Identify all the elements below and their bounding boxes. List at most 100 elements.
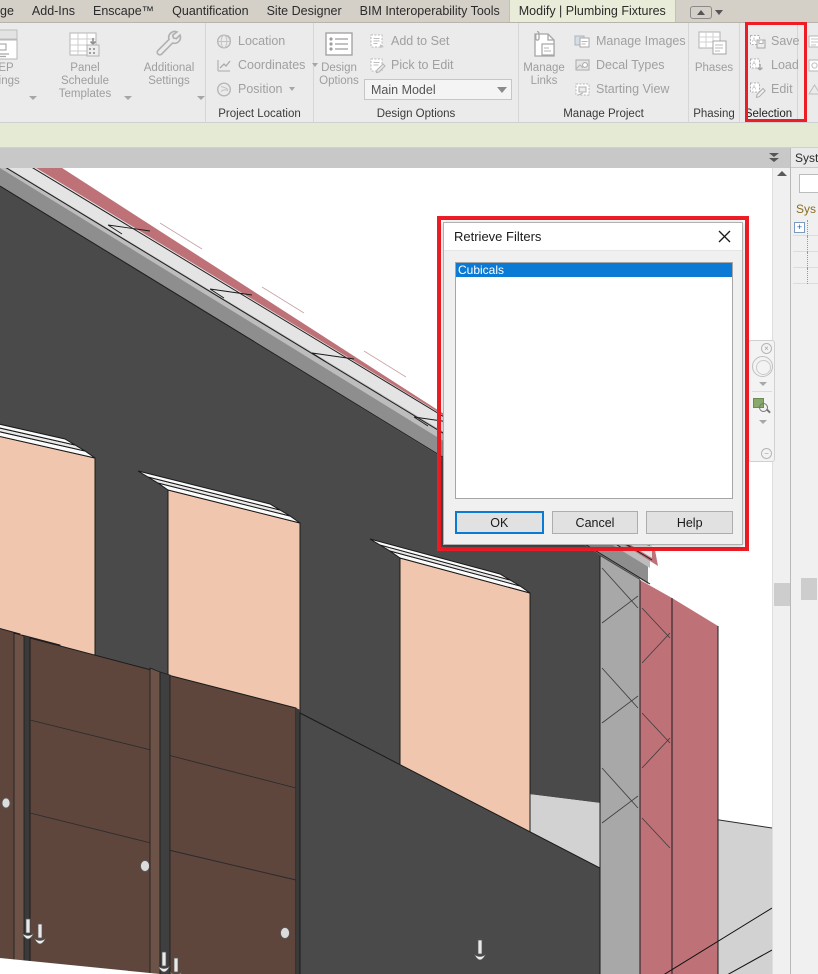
view-title-bar xyxy=(0,148,790,168)
list-item[interactable] xyxy=(793,267,818,284)
edit-selection-label: Edit xyxy=(771,82,793,96)
pick-to-edit-button[interactable]: Pick to Edit xyxy=(364,53,512,77)
list-item[interactable]: + xyxy=(793,219,818,236)
inquiry-icon-3[interactable] xyxy=(801,77,818,101)
system-browser-scrollbar-thumb[interactable] xyxy=(801,578,817,600)
save-selection-icon: A xyxy=(748,32,766,50)
ribbon-panel-project-location: Location Coordinates Position Project Lo… xyxy=(206,23,319,123)
starting-view-icon xyxy=(573,80,591,98)
phases-label: Phases xyxy=(694,62,734,74)
dialog-title: Retrieve Filters xyxy=(454,229,542,244)
design-options-button[interactable]: Design Options xyxy=(314,28,364,88)
scrollbar-thumb[interactable] xyxy=(774,583,790,606)
location-button[interactable]: Location xyxy=(211,29,322,53)
tab-enscape[interactable]: Enscape™ xyxy=(84,0,163,22)
globe-icon xyxy=(215,32,233,50)
close-circle-icon[interactable]: × xyxy=(761,343,772,354)
panel-schedule-templates-button[interactable]: Panel Schedule Templates xyxy=(47,28,123,101)
design-option-combo[interactable]: Main Model xyxy=(364,79,512,100)
position-label: Position xyxy=(238,82,283,96)
phases-button[interactable]: Phases xyxy=(691,28,737,75)
system-browser-panel: Syst Sys + xyxy=(790,148,818,974)
ribbon-panel-design-options-title: Design Options xyxy=(376,108,456,120)
inquiry-icon-2[interactable] xyxy=(801,53,818,77)
starting-view-button[interactable]: Starting View xyxy=(569,77,690,101)
tab-quantification[interactable]: Quantification xyxy=(163,0,257,22)
ribbon-panel-selection: A Save A Load A Edit Selection xyxy=(740,23,800,123)
ribbon-display-options[interactable] xyxy=(689,6,723,22)
steering-wheel-icon[interactable] xyxy=(752,356,773,377)
tab-modify-plumbing-fixtures[interactable]: Modify | Plumbing Fixtures xyxy=(508,0,676,22)
starting-view-label: Starting View xyxy=(596,82,670,96)
save-selection-button[interactable]: A Save xyxy=(744,29,804,53)
close-icon[interactable] xyxy=(706,223,742,250)
scroll-up-arrow-icon[interactable] xyxy=(777,171,787,176)
ribbon-panel-settings-title xyxy=(0,106,205,123)
tab-bim-interoperability-tools[interactable]: BIM Interoperability Tools xyxy=(351,0,509,22)
design-options-label: Design Options xyxy=(319,62,359,87)
options-bar xyxy=(0,123,818,148)
view-vertical-scrollbar[interactable] xyxy=(772,168,790,974)
manage-links-icon xyxy=(527,28,561,62)
system-browser-title: Syst xyxy=(791,148,818,168)
mep-settings-label: EP ttings xyxy=(0,62,20,87)
filters-list[interactable]: Cubicals xyxy=(455,262,733,499)
system-browser-filter-field[interactable] xyxy=(799,174,818,193)
ribbon-panel-design-options: Design Options Add to Set Pick to Edit M… xyxy=(314,23,519,123)
coordinates-icon xyxy=(215,56,233,74)
chevron-down-icon[interactable] xyxy=(759,382,767,386)
edit-selection-button[interactable]: A Edit xyxy=(744,77,804,101)
additional-settings-button[interactable]: Additional Settings xyxy=(142,28,196,88)
system-browser-tree[interactable]: + xyxy=(793,219,818,284)
navigation-bar[interactable]: × − xyxy=(748,340,775,462)
decal-types-button[interactable]: Decal Types xyxy=(569,53,690,77)
chevron-down-icon[interactable] xyxy=(759,420,767,424)
mep-settings-button[interactable]: EP ttings xyxy=(0,28,28,88)
cancel-button[interactable]: Cancel xyxy=(551,511,639,534)
svg-text:A: A xyxy=(752,38,756,44)
additional-settings-label: Additional Settings xyxy=(143,62,195,87)
help-button[interactable]: Help xyxy=(646,511,734,534)
ribbon-panel-manage-project-title: Manage Project xyxy=(563,108,644,120)
system-browser-heading: Sys xyxy=(796,202,817,216)
minus-circle-icon[interactable]: − xyxy=(761,448,772,459)
load-selection-button[interactable]: A Load xyxy=(744,53,804,77)
chevron-down-icon[interactable] xyxy=(497,86,507,93)
svg-text:A: A xyxy=(752,85,756,91)
ribbon-panel-phasing: Phases Phasing xyxy=(689,23,740,123)
manage-images-button[interactable]: Manage Images xyxy=(569,29,690,53)
load-selection-icon: A xyxy=(748,56,766,74)
ribbon: EP ttings Panel Schedule Templates Addit… xyxy=(0,23,818,123)
decal-types-icon xyxy=(573,56,591,74)
dialog-button-row: OK Cancel Help xyxy=(455,511,734,534)
tab-add-ins[interactable]: Add-Ins xyxy=(23,0,84,22)
ribbon-tab-bar: ge Add-Ins Enscape™ Quantification Site … xyxy=(0,0,818,23)
decal-types-label: Decal Types xyxy=(596,58,665,72)
chevron-down-icon[interactable] xyxy=(197,96,205,100)
list-item[interactable] xyxy=(793,235,818,252)
coordinates-button[interactable]: Coordinates xyxy=(211,53,322,77)
ribbon-expand-icon[interactable] xyxy=(689,6,712,19)
tab-manage[interactable]: ge xyxy=(0,0,23,22)
double-chevron-down-icon[interactable] xyxy=(769,153,780,162)
ribbon-panel-settings: EP ttings Panel Schedule Templates Addit… xyxy=(0,23,206,123)
manage-links-button[interactable]: Manage Links xyxy=(519,28,569,88)
position-button[interactable]: Position xyxy=(211,77,322,101)
tab-site-designer[interactable]: Site Designer xyxy=(258,0,351,22)
add-to-set-button[interactable]: Add to Set xyxy=(364,29,512,53)
inquiry-icon-1[interactable] xyxy=(801,29,818,53)
coordinates-label: Coordinates xyxy=(238,58,306,72)
list-item[interactable]: Cubicals xyxy=(456,263,732,277)
ribbon-panel-phasing-title: Phasing xyxy=(693,108,735,120)
manage-images-label: Manage Images xyxy=(596,34,686,48)
chevron-down-icon[interactable] xyxy=(714,10,723,15)
svg-text:A: A xyxy=(752,61,756,67)
ribbon-panel-project-location-title: Project Location xyxy=(218,108,301,120)
chevron-down-icon[interactable] xyxy=(29,96,37,100)
plus-box-icon[interactable]: + xyxy=(794,222,805,233)
chevron-down-icon[interactable] xyxy=(124,96,132,100)
zoom-region-icon[interactable] xyxy=(753,398,771,415)
ok-button[interactable]: OK xyxy=(455,511,544,534)
chevron-down-icon[interactable] xyxy=(289,87,296,91)
list-item[interactable] xyxy=(793,251,818,268)
